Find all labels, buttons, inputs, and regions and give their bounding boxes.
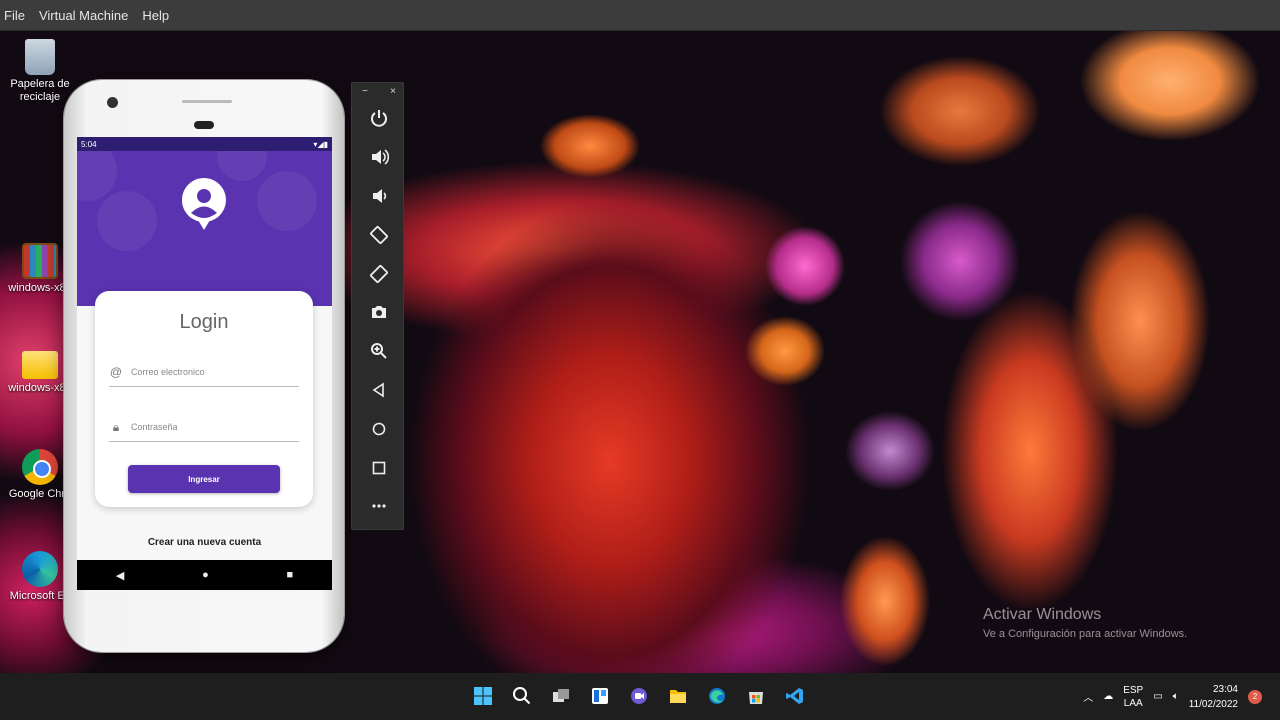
camera-icon[interactable] <box>352 293 405 332</box>
desktop-icon-label: windows-x86 <box>8 282 72 294</box>
lang-top: ESP <box>1123 684 1144 696</box>
user-avatar-icon <box>181 178 226 230</box>
edge-browser-icon[interactable] <box>704 683 730 709</box>
start-windows-icon[interactable] <box>470 683 496 709</box>
recycle-bin-icon <box>25 39 55 75</box>
phone-screen: 5:04 ▾◢▮ Login @ Correo electronico 🔒︎ C… <box>77 137 332 590</box>
widgets-icon[interactable] <box>587 683 613 709</box>
status-icons: ▾◢▮ <box>313 139 328 149</box>
volume-icon[interactable]: 🔈︎ <box>1173 691 1179 702</box>
status-time: 5:04 <box>81 139 97 149</box>
desktop-icon-label: windows-x86 <box>8 382 72 394</box>
email-field[interactable]: @ Correo electronico <box>109 357 299 387</box>
emulator-close-button[interactable]: × <box>390 86 396 99</box>
chevron-up-icon[interactable]: ︿ <box>1083 689 1093 704</box>
android-emulator-device: 5:04 ▾◢▮ Login @ Correo electronico 🔒︎ C… <box>64 80 344 652</box>
vscode-icon[interactable] <box>782 683 808 709</box>
at-sign-icon: @ <box>109 364 123 379</box>
login-title: Login <box>179 311 229 333</box>
clock[interactable]: 23:04 11/02/2022 <box>1189 682 1238 712</box>
zoom-icon[interactable] <box>352 332 405 371</box>
earpiece <box>194 121 214 129</box>
rotate-left-icon[interactable] <box>352 215 405 254</box>
desktop-icon-recycle-bin[interactable]: Papelera de reciclaje <box>5 39 75 104</box>
lang-bottom: LAA <box>1123 697 1143 709</box>
volume-up-icon[interactable] <box>352 138 405 177</box>
speaker-grille <box>182 100 232 103</box>
onedrive-cloud-icon[interactable]: ☁ <box>1103 691 1113 702</box>
power-icon[interactable] <box>352 99 405 138</box>
nav-home-icon[interactable]: ● <box>202 569 209 581</box>
back-icon[interactable] <box>352 371 405 410</box>
network-icon[interactable]: ▭ <box>1153 691 1162 702</box>
password-field[interactable]: 🔒︎ Contraseña <box>109 412 299 442</box>
front-camera <box>107 97 118 108</box>
nav-overview-icon[interactable]: ■ <box>286 569 293 581</box>
folder-icon <box>22 351 58 379</box>
watermark-title: Activar Windows <box>983 606 1102 623</box>
android-status-bar: 5:04 ▾◢▮ <box>77 137 332 151</box>
overview-icon[interactable] <box>352 448 405 487</box>
microsoft-store-icon[interactable] <box>743 683 769 709</box>
rotate-right-icon[interactable] <box>352 254 405 293</box>
lock-icon: 🔒︎ <box>112 419 120 434</box>
teams-chat-icon[interactable] <box>626 683 652 709</box>
desktop-icon-label: Microsoft Ec <box>9 590 71 602</box>
login-button[interactable]: Ingresar <box>128 465 280 493</box>
nav-back-icon[interactable]: ◀ <box>116 569 124 582</box>
menu-help[interactable]: Help <box>142 8 169 23</box>
create-account-link[interactable]: Crear una nueva cuenta <box>77 537 332 548</box>
notification-badge[interactable]: 2 <box>1248 689 1262 704</box>
login-header <box>77 151 332 306</box>
emulator-minimize-button[interactable]: − <box>362 86 368 99</box>
system-tray: ︿ ☁ ESP LAA ▭ 🔈︎ 23:04 11/02/2022 2 <box>1083 673 1280 720</box>
winrar-archive-icon <box>22 243 58 279</box>
edge-icon <box>22 551 58 587</box>
home-icon[interactable] <box>352 409 405 448</box>
volume-down-icon[interactable] <box>352 177 405 216</box>
emulator-toolbar: − × <box>351 82 404 530</box>
vm-menubar: File Virtual Machine Help <box>0 0 1280 31</box>
password-placeholder: Contraseña <box>131 421 178 432</box>
menu-file[interactable]: File <box>4 8 25 23</box>
chrome-icon <box>22 449 58 485</box>
desktop-icon-label: Papelera de reciclaje <box>10 78 70 103</box>
clock-time: 23:04 <box>1212 683 1238 695</box>
task-view-icon[interactable] <box>548 683 574 709</box>
menu-virtual-machine[interactable]: Virtual Machine <box>39 8 128 23</box>
watermark-subtitle: Ve a Configuración para activar Windows. <box>983 628 1188 640</box>
android-nav-bar: ◀ ● ■ <box>77 560 332 590</box>
email-placeholder: Correo electronico <box>131 366 205 377</box>
language-indicator[interactable]: ESP LAA <box>1123 684 1143 710</box>
activation-watermark: Activar Windows Ve a Configuración para … <box>983 606 1187 640</box>
login-card: Login @ Correo electronico 🔒︎ Contraseña… <box>95 291 313 507</box>
search-icon[interactable] <box>509 683 535 709</box>
file-explorer-icon[interactable] <box>665 683 691 709</box>
windows-taskbar: ︿ ☁ ESP LAA ▭ 🔈︎ 23:04 11/02/2022 2 <box>0 673 1280 720</box>
desktop-icon-label: Google Chro <box>8 488 72 500</box>
clock-date: 11/02/2022 <box>1188 698 1238 710</box>
more-icon[interactable] <box>352 487 405 526</box>
